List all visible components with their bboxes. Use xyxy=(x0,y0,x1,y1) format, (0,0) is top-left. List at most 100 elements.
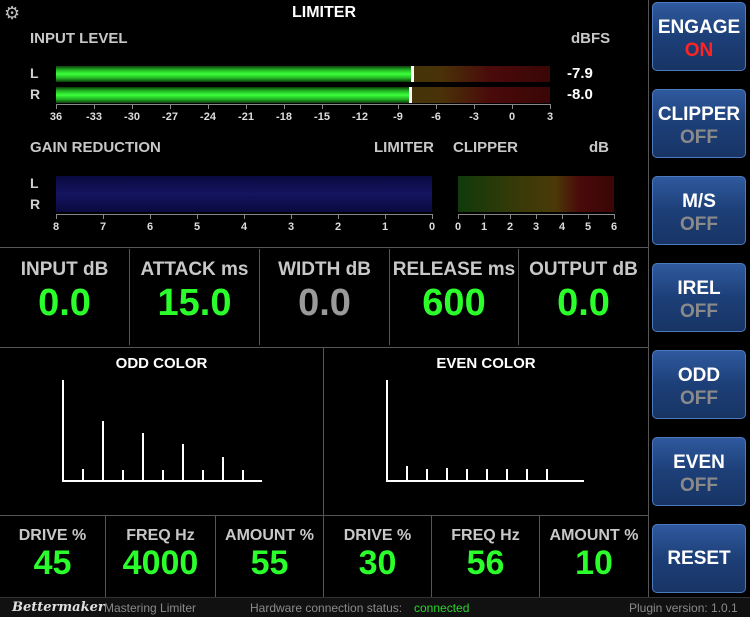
clipper-button[interactable]: CLIPPER OFF xyxy=(652,89,746,158)
output-db-label: OUTPUT dB xyxy=(529,259,638,280)
input-scale-tick-label: -18 xyxy=(276,111,292,123)
odd-harmonic-bar xyxy=(62,380,64,481)
odd-harmonic-bar xyxy=(222,457,224,481)
ms-label: M/S xyxy=(682,191,716,212)
limiter-scale: 8 7 6 5 4 3 2 1 0 xyxy=(52,221,436,235)
release-control[interactable]: RELEASE ms 600 xyxy=(390,249,518,345)
hardware-status-value: connected xyxy=(414,601,470,615)
limiter-scale-tick xyxy=(56,214,57,219)
input-r-readout: -8.0 xyxy=(567,86,593,103)
input-scale-tick xyxy=(132,104,133,109)
odd-drive-control[interactable]: DRIVE % 45 xyxy=(0,516,105,596)
limiter-scale-tick-label: 2 xyxy=(334,221,342,233)
product-name: Mastering Limiter xyxy=(104,601,197,615)
clipper-gr-meter xyxy=(458,176,614,212)
input-scale-tick xyxy=(246,104,247,109)
even-amount-value[interactable]: 10 xyxy=(540,544,648,583)
divider xyxy=(0,347,648,348)
release-value[interactable]: 600 xyxy=(390,282,518,325)
input-db-control[interactable]: INPUT dB 0.0 xyxy=(0,249,129,345)
clipper-label: CLIPPER xyxy=(657,104,741,125)
limiter-scale-tick xyxy=(150,214,151,219)
limiter-scale-tick-label: 0 xyxy=(428,221,436,233)
even-drive-value[interactable]: 30 xyxy=(324,544,431,583)
input-meter-r xyxy=(56,87,550,103)
input-meter-l xyxy=(56,66,550,82)
hardware-status-label: Hardware connection status: xyxy=(250,601,403,615)
input-scale-tick xyxy=(474,104,475,109)
even-freq-control[interactable]: FREQ Hz 56 xyxy=(432,516,539,596)
input-scale-tick-label: -30 xyxy=(124,111,140,123)
gr-limiter-label: LIMITER xyxy=(374,139,434,156)
attack-control[interactable]: ATTACK ms 15.0 xyxy=(130,249,259,345)
bettermaker-logo: Bettermaker xyxy=(12,600,105,615)
clipper-scale-tick xyxy=(458,214,459,219)
input-level-label: INPUT LEVEL xyxy=(30,30,128,47)
limiter-scale-tick-label: 8 xyxy=(52,221,60,233)
input-scale-tick-label: -27 xyxy=(162,111,178,123)
irel-button[interactable]: IREL OFF xyxy=(652,263,746,332)
width-control[interactable]: WIDTH dB 0.0 xyxy=(260,249,389,345)
input-db-label: INPUT dB xyxy=(20,259,109,280)
clipper-scale-tick-label: 3 xyxy=(532,221,540,233)
ms-state: OFF xyxy=(680,214,718,235)
clipper-scale-tick xyxy=(588,214,589,219)
odd-amount-value[interactable]: 55 xyxy=(216,544,323,583)
even-color-title: EVEN COLOR xyxy=(436,355,536,372)
clipper-scale-tick xyxy=(536,214,537,219)
gr-clipper-label: CLIPPER xyxy=(453,139,519,156)
even-amount-control[interactable]: AMOUNT % 10 xyxy=(540,516,648,596)
input-scale-tick-label: -15 xyxy=(314,111,330,123)
divider xyxy=(0,247,648,248)
odd-drive-value[interactable]: 45 xyxy=(0,544,105,583)
input-channel-l: L xyxy=(30,65,39,81)
attack-value[interactable]: 15.0 xyxy=(130,282,259,325)
odd-baseline xyxy=(62,480,262,482)
ms-button[interactable]: M/S OFF xyxy=(652,176,746,245)
input-scale-axis xyxy=(56,104,550,109)
output-db-value[interactable]: 0.0 xyxy=(519,282,648,325)
plugin-version: Plugin version: 1.0.1 xyxy=(629,601,738,615)
input-scale-tick xyxy=(284,104,285,109)
even-harmonic-display xyxy=(324,375,648,485)
odd-color-title: ODD COLOR xyxy=(115,355,208,372)
gr-channel-l: L xyxy=(30,175,39,191)
odd-amount-label: AMOUNT % xyxy=(225,527,314,544)
limiter-scale-tick xyxy=(432,214,433,219)
limiter-scale-tick-label: 3 xyxy=(287,221,295,233)
odd-harmonic-bar xyxy=(142,433,144,481)
limiter-scale-tick-label: 5 xyxy=(193,221,201,233)
even-harmonic-bar xyxy=(406,466,408,481)
reset-button[interactable]: RESET xyxy=(652,524,746,593)
engage-button[interactable]: ENGAGE ON xyxy=(652,2,746,71)
input-scale-tick-label: 36 xyxy=(49,111,63,123)
even-freq-value[interactable]: 56 xyxy=(432,544,539,583)
clipper-scale-tick xyxy=(510,214,511,219)
odd-amount-control[interactable]: AMOUNT % 55 xyxy=(216,516,323,596)
input-scale-tick xyxy=(170,104,171,109)
input-scale-tick-label: -9 xyxy=(393,111,403,123)
odd-harmonic-display xyxy=(0,375,323,485)
release-label: RELEASE ms xyxy=(392,259,516,280)
limiter-gr-meter xyxy=(56,176,432,212)
panel-title: LIMITER xyxy=(292,4,356,21)
gr-channel-r: R xyxy=(30,196,41,212)
even-drive-control[interactable]: DRIVE % 30 xyxy=(324,516,431,596)
limiter-scale-tick-label: 1 xyxy=(381,221,389,233)
odd-harmonic-bar xyxy=(182,444,184,481)
odd-drive-label: DRIVE % xyxy=(18,527,87,544)
even-baseline xyxy=(386,480,584,482)
odd-freq-value[interactable]: 4000 xyxy=(106,544,215,583)
odd-harmonic-bar xyxy=(102,421,104,481)
clipper-scale-tick xyxy=(614,214,615,219)
clipper-scale-tick-label: 1 xyxy=(480,221,488,233)
odd-button[interactable]: ODD OFF xyxy=(652,350,746,419)
clipper-scale-tick-label: 4 xyxy=(558,221,566,233)
input-db-value[interactable]: 0.0 xyxy=(0,282,129,325)
output-db-control[interactable]: OUTPUT dB 0.0 xyxy=(519,249,648,345)
even-button[interactable]: EVEN OFF xyxy=(652,437,746,506)
odd-freq-control[interactable]: FREQ Hz 4000 xyxy=(106,516,215,596)
clipper-scale-tick-label: 2 xyxy=(506,221,514,233)
input-scale-tick xyxy=(512,104,513,109)
width-value[interactable]: 0.0 xyxy=(260,282,389,325)
